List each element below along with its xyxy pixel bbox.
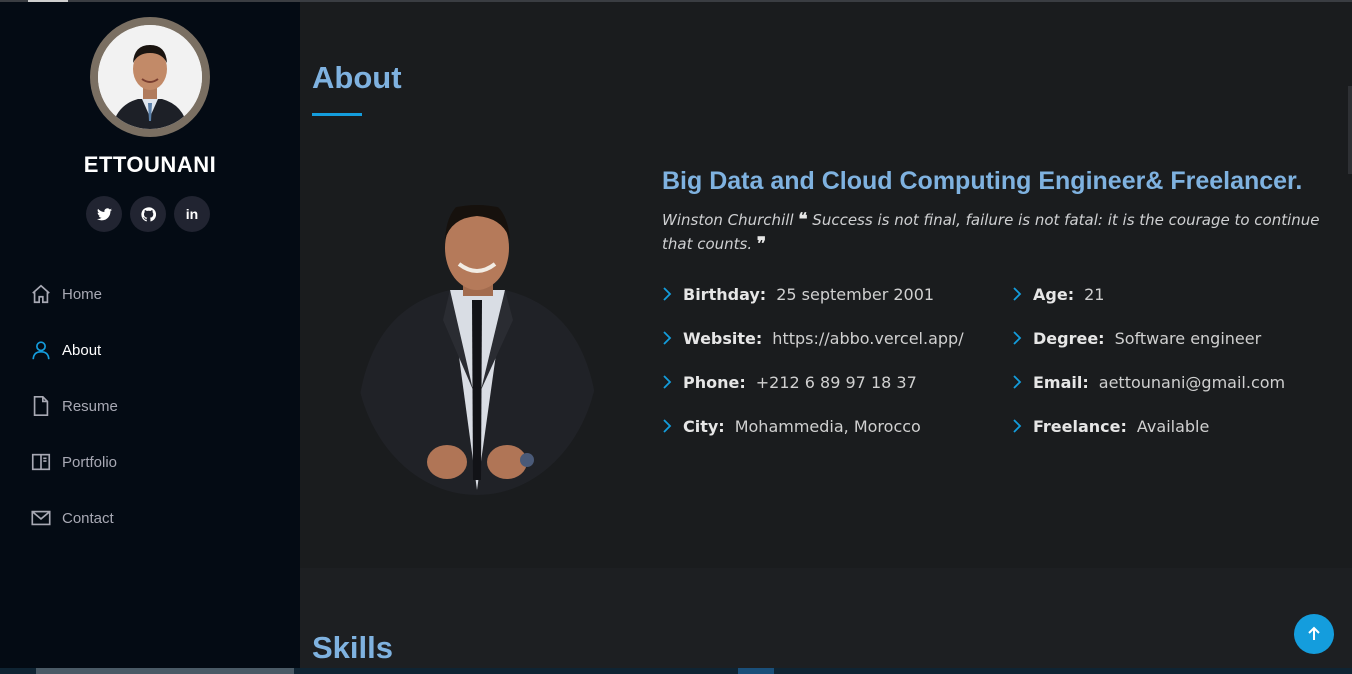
info-label: Freelance:	[1033, 416, 1127, 436]
info-value: 25 september 2001	[776, 284, 935, 304]
info-value: 21	[1084, 284, 1105, 304]
page-scrollbar[interactable]	[1348, 86, 1352, 174]
info-label: Website:	[683, 328, 763, 348]
chevron-right-icon	[662, 331, 675, 345]
info-value: Software engineer	[1114, 328, 1262, 348]
about-quote: Winston Churchill ❝ Success is not final…	[662, 208, 1332, 256]
sidebar-item-contact[interactable]: Contact	[30, 490, 118, 546]
twitter-link[interactable]	[86, 196, 122, 232]
info-label: Email:	[1033, 372, 1089, 392]
linkedin-link[interactable]: in	[174, 196, 210, 232]
info-list-left: Birthday: 25 september 2001 Website: htt…	[662, 272, 964, 448]
chevron-right-icon	[662, 287, 675, 301]
taskbar-item-active[interactable]	[738, 668, 774, 674]
sidebar-nav: Home About Resume Portfolio Contact	[30, 266, 118, 546]
info-age: Age: 21	[1012, 272, 1285, 316]
social-links: in	[86, 196, 210, 232]
info-city: City: Mohammedia, Morocco	[662, 404, 964, 448]
info-list-right: Age: 21 Degree: Software engineer Email:…	[1012, 272, 1285, 448]
profile-avatar	[90, 17, 210, 137]
sidebar-item-label: Resume	[62, 397, 118, 415]
info-label: Birthday:	[683, 284, 767, 304]
info-freelance: Freelance: Available	[1012, 404, 1285, 448]
sidebar-item-portfolio[interactable]: Portfolio	[30, 434, 118, 490]
info-label: City:	[683, 416, 725, 436]
book-icon	[30, 451, 52, 473]
sidebar: ETTOUNANI in Home About Resume Portfolio…	[0, 2, 300, 674]
website-link[interactable]: https://abbo.vercel.app/	[772, 329, 963, 348]
skills-section	[300, 568, 1352, 674]
info-email: Email: aettounani@gmail.com	[1012, 360, 1285, 404]
chevron-right-icon	[1012, 419, 1025, 433]
user-icon	[30, 339, 52, 361]
github-link[interactable]	[130, 196, 166, 232]
info-value: +212 6 89 97 18 37	[755, 372, 917, 392]
sidebar-item-label: About	[62, 341, 102, 359]
info-value: Available	[1136, 416, 1210, 436]
profile-name: ETTOUNANI	[83, 152, 217, 177]
chevron-right-icon	[662, 419, 675, 433]
info-label: Degree:	[1033, 328, 1105, 348]
arrow-up-icon	[1308, 626, 1320, 640]
chevron-right-icon	[1012, 287, 1025, 301]
quote-author: Winston Churchill	[662, 211, 794, 229]
envelope-icon	[30, 507, 52, 529]
sidebar-item-resume[interactable]: Resume	[30, 378, 118, 434]
main-content: About Big Data and Cloud Computing Engin…	[300, 2, 1352, 674]
about-headline: Big Data and Cloud Computing Engineer& F…	[662, 167, 1303, 195]
about-title: About	[312, 60, 402, 95]
sidebar-item-home[interactable]: Home	[30, 266, 118, 322]
sidebar-item-about[interactable]: About	[30, 322, 118, 378]
info-birthday: Birthday: 25 september 2001	[662, 272, 964, 316]
quote-left-icon: ❝	[798, 210, 808, 230]
profile-photo	[355, 190, 600, 495]
twitter-icon	[96, 207, 112, 220]
info-website: Website: https://abbo.vercel.app/	[662, 316, 964, 360]
info-phone: Phone: +212 6 89 97 18 37	[662, 360, 964, 404]
back-to-top-button[interactable]	[1294, 614, 1334, 654]
sidebar-item-label: Home	[62, 285, 103, 303]
chevron-right-icon	[662, 375, 675, 389]
info-degree: Degree: Software engineer	[1012, 316, 1285, 360]
chevron-right-icon	[1012, 331, 1025, 345]
sidebar-item-label: Contact	[62, 509, 114, 527]
skills-title: Skills	[312, 630, 393, 665]
sidebar-item-label: Portfolio	[62, 453, 118, 471]
chevron-right-icon	[1012, 375, 1025, 389]
github-icon	[140, 206, 156, 221]
info-label: Age:	[1033, 284, 1075, 304]
file-icon	[30, 395, 52, 417]
info-label: Phone:	[683, 372, 746, 392]
taskbar-item[interactable]	[36, 668, 294, 674]
linkedin-icon: in	[185, 206, 199, 222]
email-link[interactable]: aettounani@gmail.com	[1099, 373, 1285, 392]
title-underline	[312, 113, 362, 116]
quote-right-icon: ❞	[756, 234, 767, 254]
info-value: Mohammedia, Morocco	[734, 416, 921, 436]
home-icon	[30, 283, 52, 305]
